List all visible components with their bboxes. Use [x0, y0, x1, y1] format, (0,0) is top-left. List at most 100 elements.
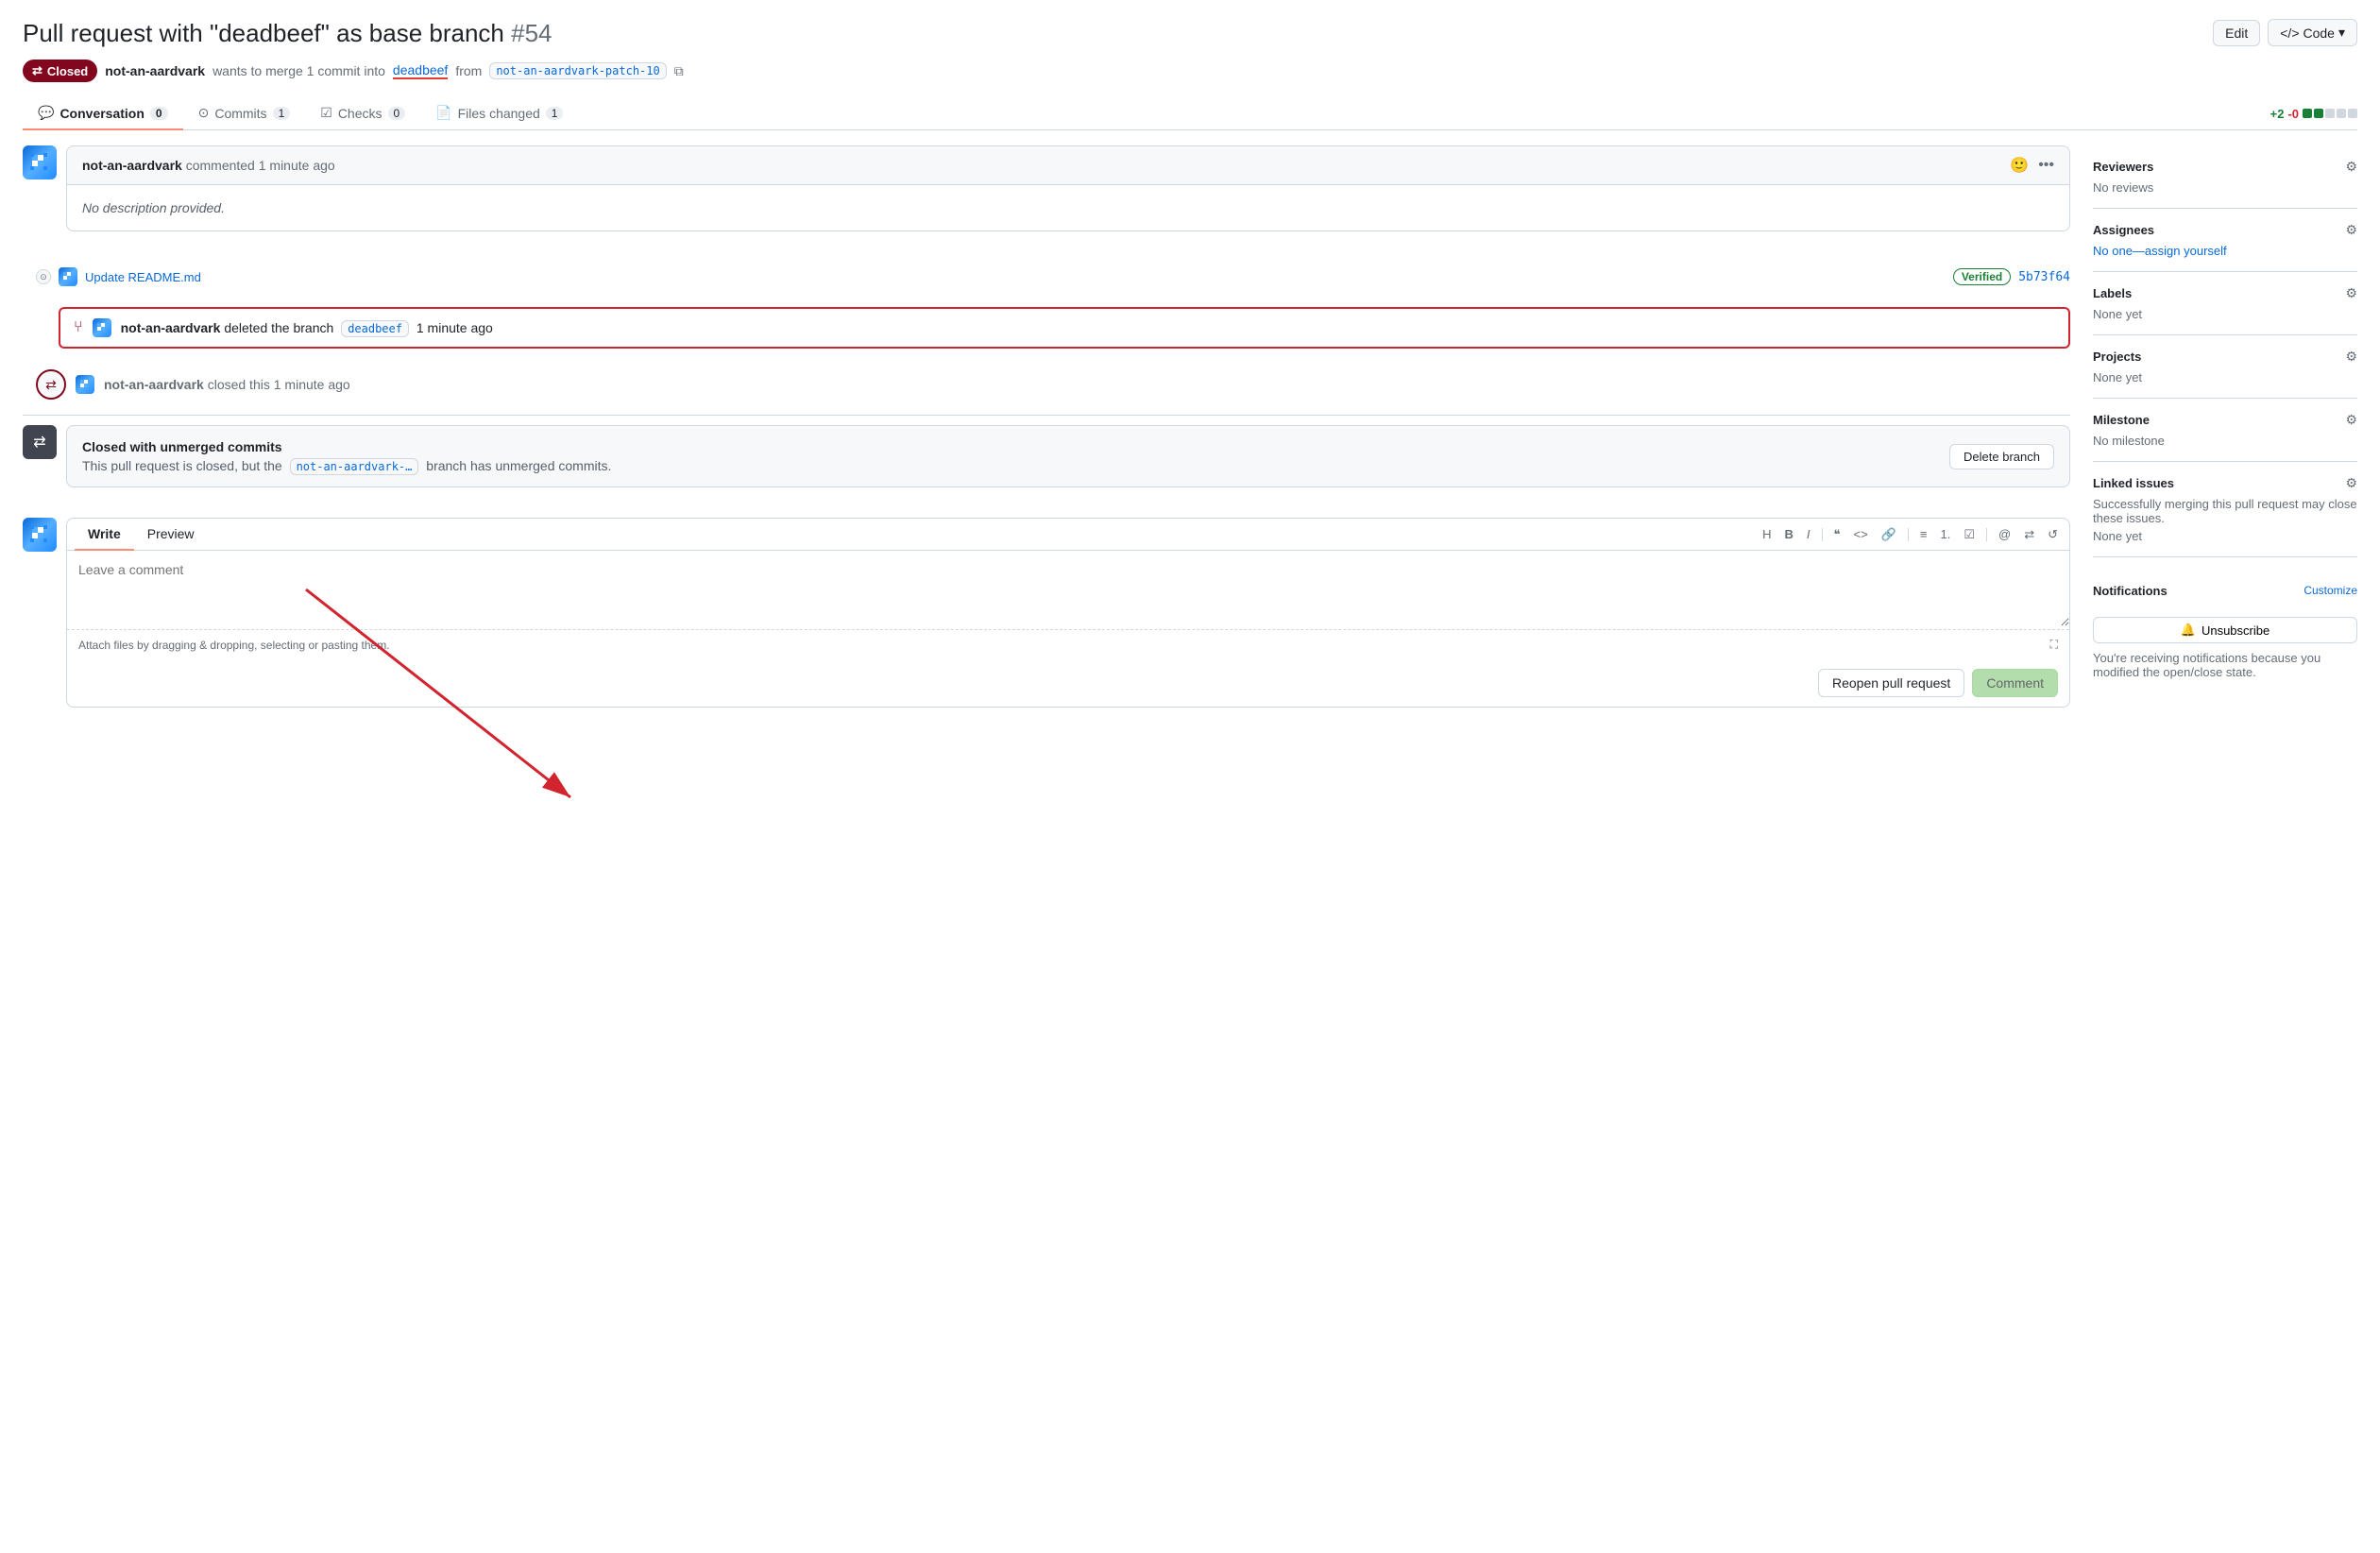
- linked-issues-value: None yet: [2093, 529, 2357, 543]
- files-icon: 📄: [435, 105, 451, 121]
- page-header: Pull request with "deadbeef" as base bra…: [23, 19, 2357, 48]
- comment-body-text: No description provided.: [82, 200, 225, 215]
- editor-avatar: [23, 518, 57, 552]
- tab-checks[interactable]: ☑ Checks 0: [305, 97, 420, 130]
- tab-conversation[interactable]: 💬 Conversation 0: [23, 97, 183, 130]
- comment-meta: not-an-aardvark commented 1 minute ago: [82, 158, 335, 173]
- conversation-icon: 💬: [38, 105, 54, 121]
- linked-issues-title: Linked issues: [2093, 476, 2174, 490]
- reviewers-gear-icon[interactable]: ⚙: [2345, 159, 2357, 175]
- editor-tabs: Write Preview H B I ❝ <> 🔗 ≡ 1. ☑: [67, 519, 2069, 551]
- projects-gear-icon[interactable]: ⚙: [2345, 349, 2357, 365]
- milestone-value: No milestone: [2093, 434, 2357, 448]
- sidebar-projects: Projects ⚙ None yet: [2093, 335, 2357, 399]
- unordered-list-icon[interactable]: ≡: [1916, 525, 1931, 543]
- comment-author[interactable]: not-an-aardvark: [82, 158, 182, 173]
- mention-icon[interactable]: @: [1995, 525, 2014, 543]
- task-list-icon[interactable]: ☑: [1960, 525, 1979, 544]
- comment-actions: 🙂 •••: [2010, 156, 2054, 175]
- link-icon[interactable]: 🔗: [1878, 525, 1900, 544]
- delete-action: deleted the branch: [224, 320, 333, 335]
- notice-body-text-2: branch has unmerged commits.: [426, 458, 611, 473]
- milestone-header: Milestone ⚙: [2093, 412, 2357, 428]
- close-action: closed this: [208, 377, 270, 392]
- editor-actions: Reopen pull request Comment: [67, 659, 2069, 707]
- more-options-icon[interactable]: •••: [2038, 157, 2054, 174]
- deleter-author-name[interactable]: not-an-aardvark: [121, 320, 221, 335]
- commit-line: ⊙ Update README.md Verified 5b73f64: [23, 262, 2070, 292]
- close-time: 1 minute ago: [274, 377, 350, 392]
- commit-label[interactable]: Update README.md: [85, 270, 201, 284]
- tab-commits[interactable]: ⊙ Commits 1: [183, 97, 306, 130]
- emoji-icon[interactable]: 🙂: [2010, 156, 2029, 175]
- code-inline-icon[interactable]: <>: [1850, 525, 1872, 543]
- notice-title: Closed with unmerged commits: [82, 439, 611, 454]
- labels-gear-icon[interactable]: ⚙: [2345, 285, 2357, 301]
- closed-notice-box: Closed with unmerged commits This pull r…: [66, 425, 2070, 487]
- editor-section: Write Preview H B I ❝ <> 🔗 ≡ 1. ☑: [23, 518, 2070, 723]
- reopen-pr-button[interactable]: Reopen pull request: [1818, 669, 1964, 697]
- reference-icon[interactable]: ⇄: [2020, 525, 2038, 544]
- deleter-author: not-an-aardvark deleted the branch deadb…: [121, 320, 493, 335]
- undo-icon[interactable]: ↺: [2044, 525, 2062, 544]
- editor-footer: Attach files by dragging & dropping, sel…: [67, 629, 2069, 659]
- preview-tab[interactable]: Preview: [134, 519, 208, 551]
- diff-bar-5: [2348, 109, 2357, 118]
- header-buttons: Edit </> Code ▾: [2213, 19, 2357, 46]
- fullscreen-icon[interactable]: ⛶: [2050, 638, 2058, 652]
- commit-hash[interactable]: 5b73f64: [2018, 270, 2070, 284]
- sidebar-assignees: Assignees ⚙ No one—assign yourself: [2093, 209, 2357, 272]
- milestone-title: Milestone: [2093, 413, 2150, 427]
- chevron-down-icon: ▾: [2338, 25, 2345, 41]
- comment-body: No description provided.: [67, 185, 2069, 230]
- closer-author[interactable]: not-an-aardvark: [104, 377, 204, 392]
- conversation-count: 0: [150, 107, 168, 120]
- linked-issues-gear-icon[interactable]: ⚙: [2345, 475, 2357, 491]
- deleted-branch-name: deadbeef: [341, 320, 409, 337]
- tab-files-changed[interactable]: 📄 Files changed 1: [420, 97, 578, 130]
- heading-icon[interactable]: H: [1759, 525, 1775, 543]
- italic-icon[interactable]: I: [1803, 525, 1814, 543]
- unmerged-section: ⇄ Closed with unmerged commits This pull…: [23, 425, 2070, 503]
- deleted-branch-row: ⑂ not-an-aardvark deleted the branch dea…: [23, 299, 2070, 356]
- delete-branch-button[interactable]: Delete branch: [1949, 444, 2054, 469]
- milestone-gear-icon[interactable]: ⚙: [2345, 412, 2357, 428]
- head-branch-tag[interactable]: not-an-aardvark-patch-10: [489, 62, 666, 79]
- base-branch-link[interactable]: deadbeef: [393, 62, 448, 79]
- diff-bar-2: [2314, 109, 2323, 118]
- assignees-value[interactable]: No one—assign yourself: [2093, 244, 2357, 258]
- notice-body-text: This pull request is closed, but the: [82, 458, 282, 473]
- comment-time: commented 1 minute ago: [186, 158, 335, 173]
- copy-icon[interactable]: ⧉: [674, 63, 684, 79]
- edit-button[interactable]: Edit: [2213, 20, 2260, 46]
- files-count: 1: [546, 107, 564, 120]
- comment-textarea[interactable]: [67, 551, 2069, 626]
- sidebar-milestone: Milestone ⚙ No milestone: [2093, 399, 2357, 462]
- notifications-header: Notifications Customize: [2093, 584, 2357, 598]
- notifications-customize[interactable]: Customize: [2304, 584, 2357, 598]
- reviewers-value: No reviews: [2093, 180, 2357, 195]
- bold-icon[interactable]: B: [1781, 525, 1797, 543]
- checks-label: Checks: [338, 106, 382, 121]
- assignees-title: Assignees: [2093, 223, 2154, 237]
- projects-title: Projects: [2093, 350, 2141, 364]
- comment-button[interactable]: Comment: [1972, 669, 2058, 697]
- tabs-bar: 💬 Conversation 0 ⊙ Commits 1 ☑ Checks 0 …: [23, 97, 2357, 130]
- commits-icon: ⊙: [198, 105, 210, 121]
- conversation-label: Conversation: [60, 106, 144, 121]
- projects-header: Projects ⚙: [2093, 349, 2357, 365]
- unsubscribe-button[interactable]: 🔔 Unsubscribe: [2093, 617, 2357, 643]
- labels-value: None yet: [2093, 307, 2357, 321]
- ordered-list-icon[interactable]: 1.: [1936, 525, 1954, 543]
- deleted-branch-box: ⑂ not-an-aardvark deleted the branch dea…: [59, 307, 2070, 349]
- write-tab[interactable]: Write: [75, 519, 134, 551]
- pr-number: #54: [511, 19, 552, 47]
- unmerged-branch[interactable]: not-an-aardvark-…: [290, 458, 419, 475]
- code-button[interactable]: </> Code ▾: [2268, 19, 2357, 46]
- assignees-gear-icon[interactable]: ⚙: [2345, 222, 2357, 238]
- checks-count: 0: [388, 107, 406, 120]
- diff-bar-1: [2303, 109, 2312, 118]
- commits-count: 1: [273, 107, 291, 120]
- from-text: from: [455, 63, 482, 78]
- quote-icon[interactable]: ❝: [1830, 525, 1844, 544]
